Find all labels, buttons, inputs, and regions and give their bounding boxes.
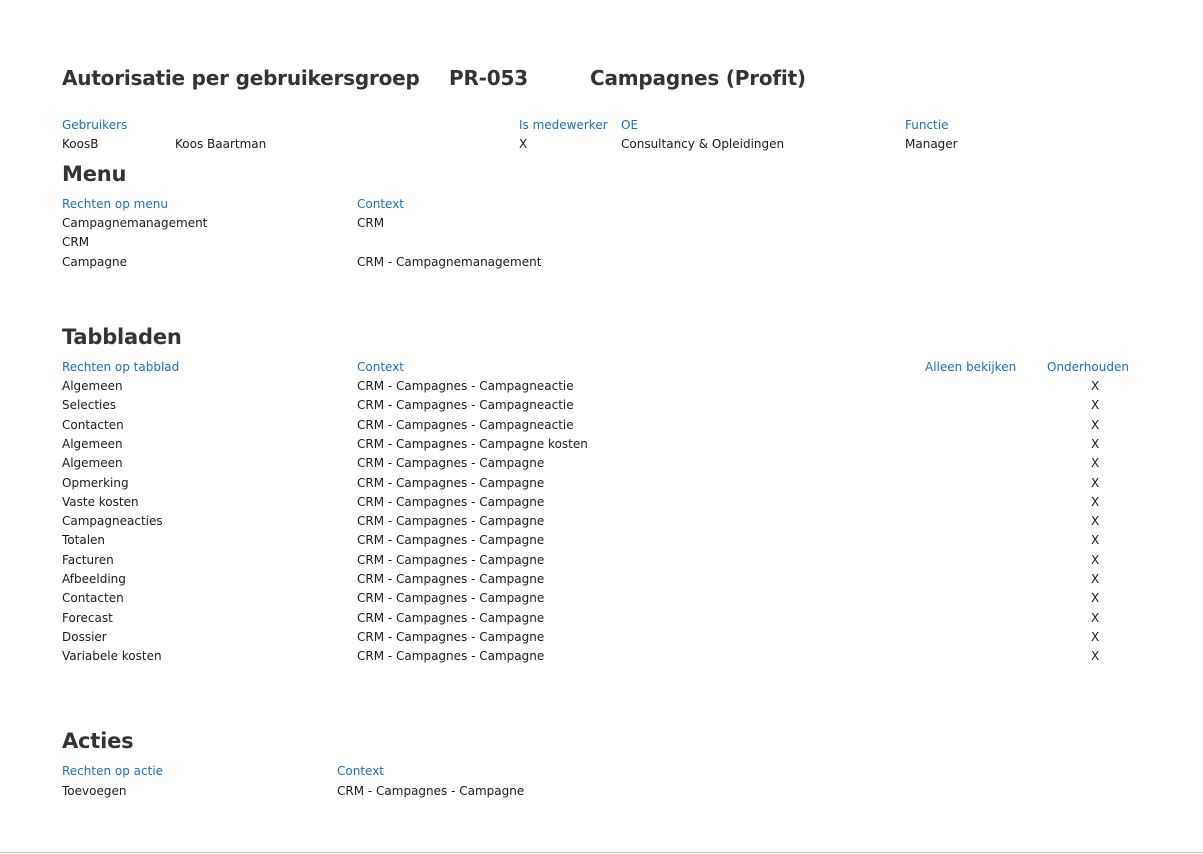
menu-row-context: CRM - Campagnemanagement — [357, 255, 542, 269]
actions-rights-header: Rechten op actie — [62, 764, 164, 778]
menu-rights-header: Rechten op menu — [62, 197, 168, 211]
tabs-context-header: Context — [357, 360, 405, 374]
function-header: Functie — [905, 118, 949, 132]
tab-row-name: Selecties — [62, 398, 116, 412]
actions-context-header: Context — [337, 764, 385, 778]
tab-row-maintain: X — [1091, 630, 1100, 644]
tab-row-name: Algemeen — [62, 456, 123, 470]
user-oe: Consultancy & Opleidingen — [621, 137, 785, 151]
tabs-title: Tabbladen — [62, 325, 182, 349]
menu-title: Menu — [62, 162, 127, 186]
tab-row-context: CRM - Campagnes - Campagne — [357, 514, 545, 528]
tabs-view-only-header: Alleen bekijken — [925, 360, 1017, 374]
tab-row-name: Afbeelding — [62, 572, 126, 586]
tab-row-context: CRM - Campagnes - Campagne — [357, 495, 545, 509]
tab-row-context: CRM - Campagnes - Campagne — [357, 591, 545, 605]
tabs-rights-header: Rechten op tabblad — [62, 360, 180, 374]
tab-row-maintain: X — [1091, 495, 1100, 509]
bottom-divider — [0, 852, 1203, 853]
page-title: Autorisatie per gebruikersgroep — [62, 66, 420, 90]
user-function: Manager — [905, 137, 958, 151]
tab-row-context: CRM - Campagnes - Campagne — [357, 533, 545, 547]
tab-row-maintain: X — [1091, 476, 1100, 490]
tab-row-context: CRM - Campagnes - Campagne — [357, 456, 545, 470]
tab-row-context: CRM - Campagnes - Campagne — [357, 611, 545, 625]
tabs-maintain-header: Onderhouden — [1047, 360, 1129, 374]
tab-row-maintain: X — [1091, 437, 1100, 451]
tab-row-name: Vaste kosten — [62, 495, 139, 509]
tab-row-name: Contacten — [62, 418, 124, 432]
user-username: KoosB — [62, 137, 99, 151]
tab-row-name: Dossier — [62, 630, 107, 644]
tab-row-context: CRM - Campagnes - Campagne — [357, 476, 545, 490]
tab-row-context: CRM - Campagnes - Campagne — [357, 630, 545, 644]
menu-row-name: CRM — [62, 235, 90, 249]
tab-row-maintain: X — [1091, 553, 1100, 567]
tab-row-context: CRM - Campagnes - Campagne — [357, 553, 545, 567]
menu-row-context: CRM — [357, 216, 385, 230]
tab-row-name: Campagneacties — [62, 514, 163, 528]
menu-row-name: Campagnemanagement — [62, 216, 208, 230]
tab-row-maintain: X — [1091, 418, 1100, 432]
menu-row-name: Campagne — [62, 255, 127, 269]
tab-row-name: Opmerking — [62, 476, 129, 490]
tab-row-context: CRM - Campagnes - Campagneactie — [357, 418, 574, 432]
tab-row-maintain: X — [1091, 611, 1100, 625]
user-is-employee: X — [519, 137, 528, 151]
tab-row-context: CRM - Campagnes - Campagneactie — [357, 398, 574, 412]
user-fullname: Koos Baartman — [175, 137, 267, 151]
tab-row-maintain: X — [1091, 591, 1100, 605]
tab-row-context: CRM - Campagnes - Campagneactie — [357, 379, 574, 393]
action-row-context: CRM - Campagnes - Campagne — [337, 784, 525, 798]
tab-row-maintain: X — [1091, 514, 1100, 528]
tab-row-context: CRM - Campagnes - Campagne kosten — [357, 437, 588, 451]
tab-row-name: Totalen — [62, 533, 106, 547]
action-row-name: Toevoegen — [62, 784, 127, 798]
tab-row-maintain: X — [1091, 456, 1100, 470]
tab-row-name: Contacten — [62, 591, 124, 605]
report-code: PR-053 — [449, 66, 528, 90]
tab-row-name: Facturen — [62, 553, 114, 567]
tab-row-maintain: X — [1091, 649, 1100, 663]
tab-row-context: CRM - Campagnes - Campagne — [357, 572, 545, 586]
tab-row-maintain: X — [1091, 533, 1100, 547]
tab-row-name: Variabele kosten — [62, 649, 162, 663]
tab-row-name: Algemeen — [62, 437, 123, 451]
tab-row-context: CRM - Campagnes - Campagne — [357, 649, 545, 663]
tab-row-name: Algemeen — [62, 379, 123, 393]
report-subject: Campagnes (Profit) — [590, 66, 806, 90]
oe-header: OE — [621, 118, 639, 132]
tab-row-maintain: X — [1091, 398, 1100, 412]
actions-title: Acties — [62, 729, 134, 753]
is-employee-header: Is medewerker — [519, 118, 608, 132]
tab-row-maintain: X — [1091, 379, 1100, 393]
menu-context-header: Context — [357, 197, 405, 211]
tab-row-maintain: X — [1091, 572, 1100, 586]
tab-row-name: Forecast — [62, 611, 113, 625]
users-header: Gebruikers — [62, 118, 128, 132]
